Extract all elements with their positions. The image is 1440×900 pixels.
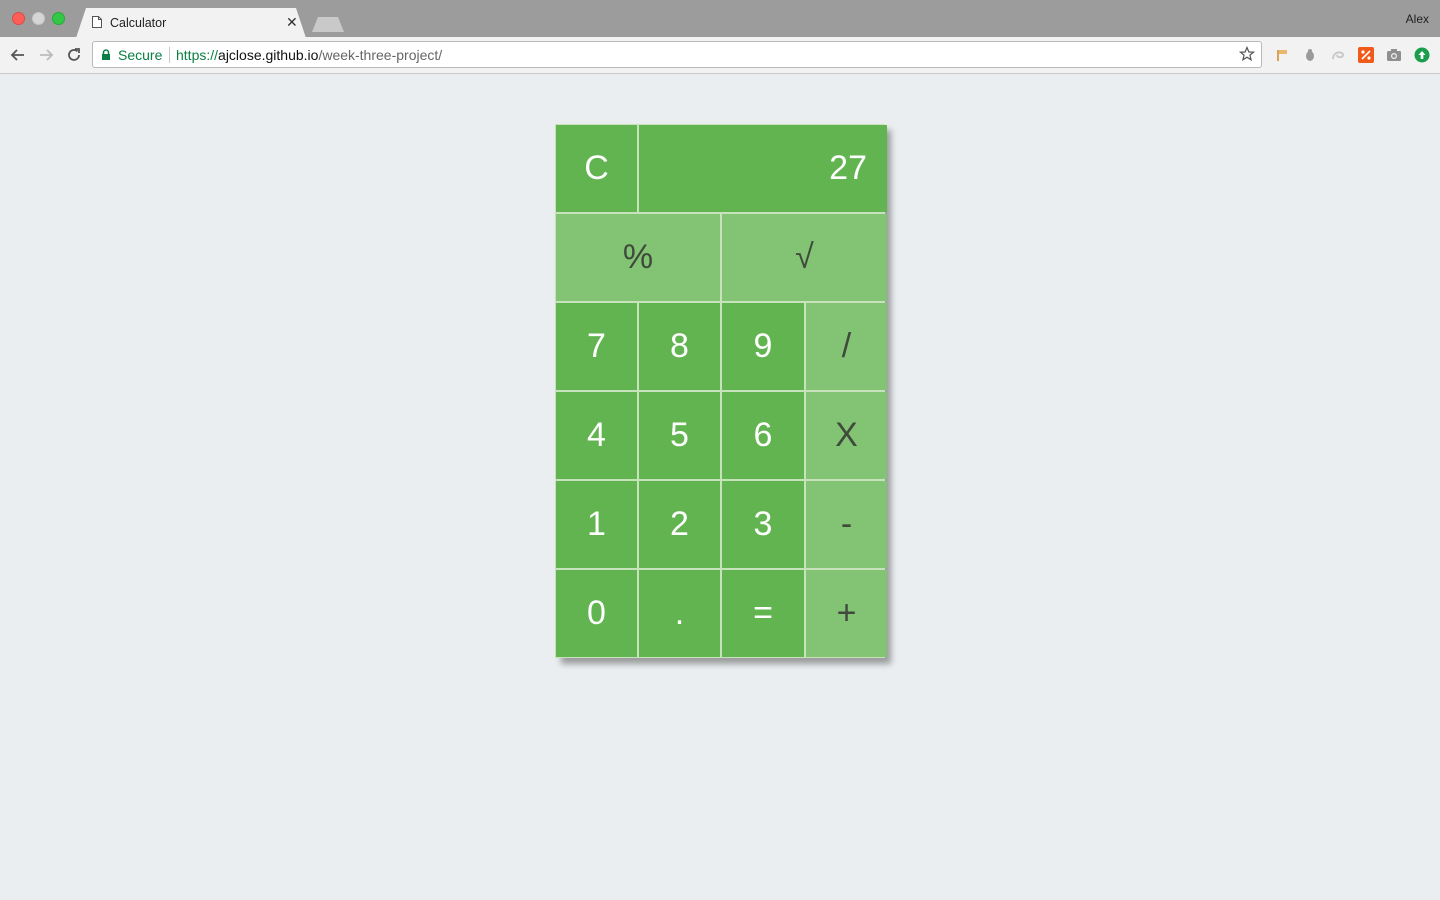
key-6[interactable]: 6 bbox=[722, 392, 804, 479]
key-2[interactable]: 2 bbox=[639, 481, 720, 568]
key-3[interactable]: 3 bbox=[722, 481, 804, 568]
bookmark-star-icon[interactable] bbox=[1239, 46, 1255, 62]
page-icon bbox=[92, 16, 102, 28]
camera-icon[interactable] bbox=[1386, 47, 1402, 63]
browser-toolbar: Secure https://ajclose.github.io/week-th… bbox=[0, 37, 1440, 74]
subtract-button[interactable]: - bbox=[806, 481, 887, 568]
url-text[interactable]: https://ajclose.github.io/week-three-pro… bbox=[176, 47, 442, 63]
square-root-button[interactable]: √ bbox=[722, 214, 887, 301]
forward-arrow-icon[interactable] bbox=[36, 45, 56, 65]
profile-name[interactable]: Alex bbox=[1406, 12, 1429, 26]
key-9[interactable]: 9 bbox=[722, 303, 804, 390]
extension-bug-icon[interactable] bbox=[1302, 47, 1318, 63]
secure-label: Secure bbox=[118, 47, 163, 63]
key-0[interactable]: 0 bbox=[556, 570, 637, 657]
extension-swirl-icon[interactable] bbox=[1330, 47, 1346, 63]
extension-percent-icon[interactable] bbox=[1358, 47, 1374, 63]
clear-button[interactable]: C bbox=[556, 125, 637, 212]
extension-flag-icon[interactable] bbox=[1274, 47, 1290, 63]
back-arrow-icon[interactable] bbox=[8, 45, 28, 65]
url-host: ajclose.github.io bbox=[218, 47, 319, 63]
percent-button[interactable]: % bbox=[556, 214, 720, 301]
multiply-button[interactable]: X bbox=[806, 392, 887, 479]
upload-icon[interactable] bbox=[1414, 47, 1430, 63]
url-path: /week-three-project/ bbox=[318, 47, 443, 63]
address-bar[interactable]: Secure https://ajclose.github.io/week-th… bbox=[92, 41, 1262, 68]
equals-button[interactable]: = bbox=[722, 570, 804, 657]
browser-tab-strip: Calculator ✕ Alex bbox=[0, 0, 1440, 38]
address-divider bbox=[169, 47, 170, 63]
calculator-display: 27 bbox=[639, 125, 887, 212]
close-window-button[interactable] bbox=[12, 12, 25, 25]
close-tab-icon[interactable]: ✕ bbox=[286, 14, 298, 31]
tab-title: Calculator bbox=[110, 16, 167, 30]
key-4[interactable]: 4 bbox=[556, 392, 637, 479]
decimal-button[interactable]: . bbox=[639, 570, 720, 657]
reload-icon[interactable] bbox=[64, 45, 84, 65]
zoom-window-button[interactable] bbox=[52, 12, 65, 25]
calculator: C 27 % √ 7 8 9 / 4 5 6 X 1 2 3 - 0 . = + bbox=[555, 124, 887, 658]
new-tab-button[interactable] bbox=[312, 17, 344, 32]
key-1[interactable]: 1 bbox=[556, 481, 637, 568]
lock-icon bbox=[102, 49, 110, 60]
url-scheme: https:// bbox=[176, 47, 219, 63]
key-7[interactable]: 7 bbox=[556, 303, 637, 390]
key-8[interactable]: 8 bbox=[639, 303, 720, 390]
add-button[interactable]: + bbox=[806, 570, 887, 657]
minimize-window-button[interactable] bbox=[32, 12, 45, 25]
browser-tab[interactable]: Calculator ✕ bbox=[76, 8, 306, 38]
divide-button[interactable]: / bbox=[806, 303, 887, 390]
key-5[interactable]: 5 bbox=[639, 392, 720, 479]
